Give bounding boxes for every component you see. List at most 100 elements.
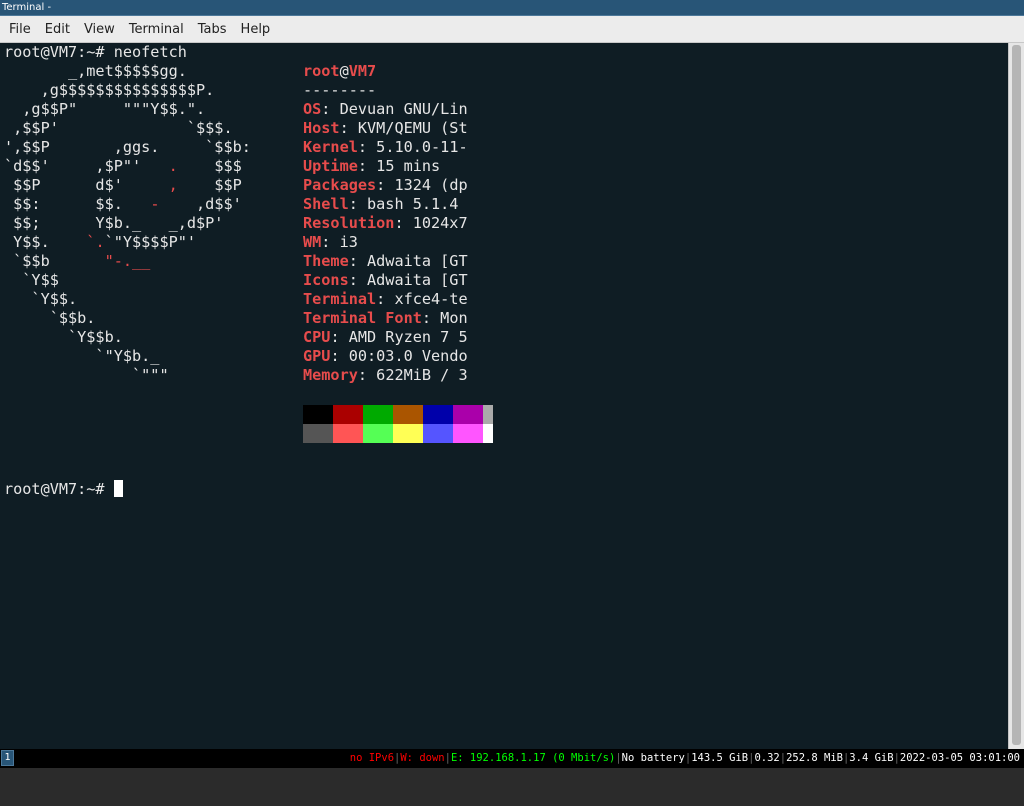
info-key: Shell — [303, 195, 349, 213]
logo-line: ,g$$P" """Y$$.". — [4, 100, 206, 118]
color-swatch — [423, 424, 453, 443]
scrollbar-thumb[interactable] — [1012, 45, 1021, 745]
info-key: OS — [303, 100, 322, 118]
info-value: 622MiB / 3 — [376, 366, 468, 384]
command-line: root@VM7:~# neofetch — [4, 43, 187, 62]
logo-line: `$$b. — [4, 309, 96, 327]
info-key: Kernel — [303, 138, 358, 156]
menu-bar: File Edit View Terminal Tabs Help — [0, 16, 1024, 43]
info-line: Resolution: 1024x7 — [303, 214, 468, 233]
palette-row-normal — [303, 405, 493, 424]
logo-line: `Y$$b. — [4, 328, 123, 346]
info-value: bash 5.1.4 — [367, 195, 459, 213]
info-header: root@VM7 — [303, 62, 376, 81]
logo-line: ,g$$$$$$$$$$$$$$$P. — [4, 81, 215, 99]
prompt: root@VM7:~# — [4, 43, 114, 61]
info-line: Host: KVM/QEMU (St — [303, 119, 468, 138]
logo-line: ',$$P ,ggs. `$$b: — [4, 138, 251, 156]
color-swatch — [423, 405, 453, 424]
logo-line: $$; Y$b._ _,d$P' — [4, 214, 224, 232]
info-at: @ — [339, 62, 349, 80]
i3-status-bar: 1 no IPv6|W: down|E: 192.168.1.17 (0 Mbi… — [0, 749, 1024, 768]
info-value: AMD Ryzen 7 5 — [348, 328, 468, 346]
color-swatch — [333, 424, 363, 443]
info-colon: : — [321, 233, 340, 251]
menu-tabs[interactable]: Tabs — [191, 16, 234, 43]
logo-line: $$P d$' , $$P — [4, 176, 242, 195]
info-key: Host — [303, 119, 340, 137]
info-host: VM7 — [348, 62, 377, 80]
text-cursor — [113, 480, 123, 497]
info-value: KVM/QEMU (St — [357, 119, 468, 137]
info-colon: : — [394, 214, 413, 232]
logo-segment-red: . — [168, 157, 178, 175]
info-key: Packages — [303, 176, 377, 194]
color-swatch — [453, 424, 483, 443]
color-swatch — [483, 424, 493, 443]
info-colon: : — [357, 157, 377, 175]
status-item: 252.8 MiB — [786, 752, 843, 764]
info-value: Adwaita [GT — [367, 271, 468, 289]
workspace-button[interactable]: 1 — [1, 750, 14, 766]
info-value: 5.10.0-11- — [376, 138, 468, 156]
terminal-scrollbar[interactable] — [1008, 43, 1024, 749]
terminal-output[interactable]: root@VM7:~# neofetch _,met$$$$$gg. ,g$$$… — [0, 43, 1008, 749]
color-swatch — [363, 405, 393, 424]
status-item: 3.4 GiB — [849, 752, 894, 764]
logo-segment: $$P — [177, 176, 242, 194]
menu-file[interactable]: File — [2, 16, 38, 43]
info-line: Memory: 622MiB / 3 — [303, 366, 468, 385]
status-item: W: down — [400, 752, 445, 764]
logo-segment: `$$b — [4, 252, 105, 270]
info-divider: -------- — [303, 81, 377, 99]
info-key: Memory — [303, 366, 358, 384]
info-line: WM: i3 — [303, 233, 358, 252]
logo-segment: `d$$' ,$P"' — [4, 157, 169, 175]
logo-line: `Y$$ — [4, 271, 59, 289]
logo-segment-red: "-.__ — [104, 252, 151, 270]
info-key: Icons — [303, 271, 349, 289]
info-key: CPU — [303, 328, 331, 346]
menu-view[interactable]: View — [77, 16, 122, 43]
menu-help[interactable]: Help — [234, 16, 278, 43]
color-swatch — [393, 424, 423, 443]
info-colon: : — [421, 309, 441, 327]
info-colon: : — [376, 176, 395, 194]
menu-edit[interactable]: Edit — [38, 16, 77, 43]
logo-line: _,met$$$$$gg. — [4, 62, 187, 80]
info-colon: : — [376, 290, 395, 308]
info-colon: : — [330, 347, 349, 365]
logo-segment: $$$ — [177, 157, 242, 175]
logo-line: `$$b "-.__ — [4, 252, 150, 271]
window-titlebar[interactable]: Terminal - — [0, 0, 1024, 16]
logo-segment: ,d$$' — [159, 195, 242, 213]
info-value: 1024x7 — [412, 214, 468, 232]
logo-segment-red: , — [168, 176, 178, 194]
info-colon: : — [321, 100, 340, 118]
info-value: xfce4-te — [394, 290, 468, 308]
final-prompt: root@VM7:~# — [4, 480, 114, 498]
color-swatch — [333, 405, 363, 424]
info-colon: : — [357, 138, 377, 156]
logo-segment-red: `. — [86, 233, 105, 251]
info-key: Resolution — [303, 214, 395, 232]
info-value: i3 — [339, 233, 358, 251]
status-item: 143.5 GiB — [691, 752, 749, 764]
logo-line: `"Y$b._ — [4, 347, 160, 365]
info-line: Uptime: 15 mins — [303, 157, 440, 176]
logo-segment: $$P d$' — [4, 176, 169, 194]
info-line: GPU: 00:03.0 Vendo — [303, 347, 468, 366]
logo-line: `""" — [4, 366, 169, 384]
logo-line: ,$$P' `$$$. — [4, 119, 233, 137]
status-item: 0.32 — [754, 752, 780, 764]
final-prompt-line: root@VM7:~# — [4, 480, 123, 499]
info-colon: : — [348, 252, 368, 270]
info-user: root — [303, 62, 340, 80]
status-item: 2022-03-05 03:01:00 — [899, 752, 1020, 764]
info-line: Shell: bash 5.1.4 — [303, 195, 458, 214]
info-value: 1324 (dp — [394, 176, 468, 194]
info-colon: : — [339, 119, 358, 137]
menu-terminal[interactable]: Terminal — [122, 16, 191, 43]
color-swatch — [363, 424, 393, 443]
color-swatch — [483, 405, 493, 424]
